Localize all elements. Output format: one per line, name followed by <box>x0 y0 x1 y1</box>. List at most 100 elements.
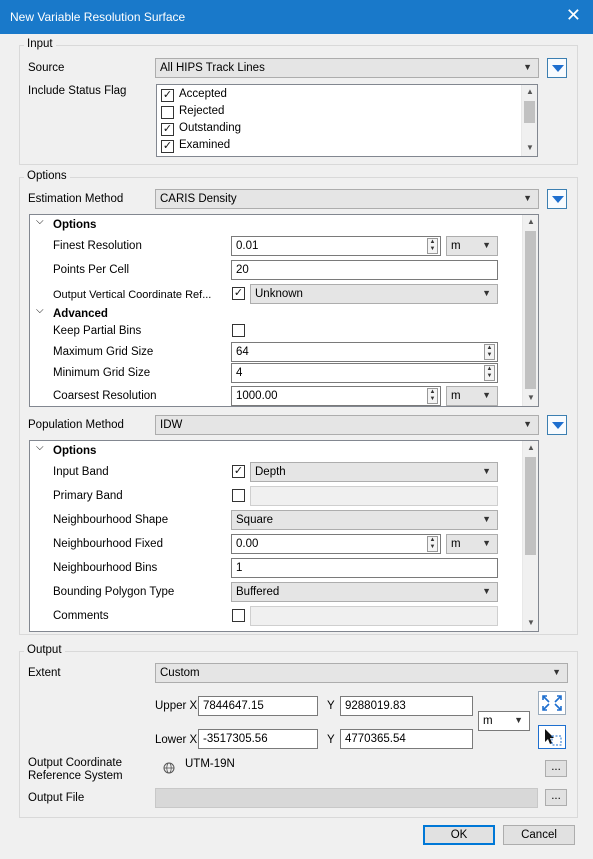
ocrs-browse-button[interactable]: ... <box>545 760 567 777</box>
output-group-label: Output <box>24 644 65 656</box>
scroll-down-icon[interactable]: ▼ <box>526 143 534 152</box>
min-grid-size-input[interactable]: 4 ▲ ▼ <box>231 363 498 383</box>
cancel-button[interactable]: Cancel <box>503 825 575 845</box>
lower-y-label: Y <box>327 734 335 746</box>
primary-band-checkbox[interactable] <box>232 489 245 502</box>
upper-x-input[interactable]: 7844647.15 <box>198 696 318 716</box>
pointer-select-icon <box>545 729 562 746</box>
close-icon[interactable]: ✕ <box>566 6 581 24</box>
comments-field <box>250 606 498 626</box>
chevron-down-icon: ▼ <box>482 390 491 400</box>
output-vertical-crs-checkbox[interactable]: ✓ <box>232 287 245 300</box>
coarsest-resolution-input[interactable]: 1000.00 ▲ ▼ <box>231 386 441 406</box>
collapse-icon[interactable]: ⌵ <box>36 305 44 316</box>
extent-label: Extent <box>28 667 61 679</box>
upper-y-input[interactable]: 9288019.83 <box>340 696 473 716</box>
neighbourhood-bins-label: Neighbourhood Bins <box>53 562 158 574</box>
outstanding-checkbox[interactable]: ✓ <box>161 123 174 136</box>
examined-checkbox[interactable]: ✓ <box>161 140 174 153</box>
extent-unit-value: m <box>483 715 493 727</box>
lower-x-input[interactable]: -3517305.56 <box>198 729 318 749</box>
scroll-thumb[interactable] <box>525 457 536 555</box>
upper-y-value: 9288019.83 <box>345 700 406 712</box>
status-flag-item: Accepted <box>179 88 227 100</box>
extent-unit-combo[interactable]: m ▼ <box>478 711 530 731</box>
points-per-cell-input[interactable]: 20 <box>231 260 498 280</box>
spinner-icon[interactable]: ▲ ▼ <box>427 536 438 552</box>
keep-partial-bins-label: Keep Partial Bins <box>53 325 142 337</box>
neighbourhood-shape-value: Square <box>236 514 274 526</box>
keep-partial-bins-checkbox[interactable] <box>232 324 245 337</box>
status-flag-item: Rejected <box>179 105 225 117</box>
input-band-combo[interactable]: Depth ▼ <box>250 462 498 482</box>
scroll-up-icon[interactable]: ▲ <box>526 87 534 96</box>
status-flag-label: Include Status Flag <box>28 85 127 97</box>
estimation-method-combo[interactable]: CARIS Density ▼ <box>155 189 539 209</box>
population-scrollbar[interactable]: ▲ ▼ <box>522 441 538 631</box>
extent-combo[interactable]: Custom ▼ <box>155 663 568 683</box>
spinner-icon[interactable]: ▲ ▼ <box>484 344 495 360</box>
chevron-down-icon: ▼ <box>482 466 491 476</box>
finest-resolution-input[interactable]: 0.01 ▲ ▼ <box>231 236 441 256</box>
spinner-icon[interactable]: ▲ ▼ <box>484 365 495 381</box>
ocrs-value: UTM-19N <box>185 758 235 770</box>
population-options-button[interactable] <box>547 415 567 435</box>
options-group-label: Options <box>24 170 70 182</box>
population-method-combo[interactable]: IDW ▼ <box>155 415 539 435</box>
scroll-up-icon[interactable]: ▲ <box>527 443 535 452</box>
source-value: All HIPS Track Lines <box>160 62 265 74</box>
bounding-polygon-type-combo[interactable]: Buffered ▼ <box>231 582 498 602</box>
spinner-icon[interactable]: ▲ ▼ <box>427 238 438 254</box>
chevron-down-icon: ▼ <box>482 240 491 250</box>
scroll-thumb[interactable] <box>525 231 536 389</box>
neighbourhood-shape-combo[interactable]: Square ▼ <box>231 510 498 530</box>
scroll-down-icon[interactable]: ▼ <box>527 618 535 627</box>
output-vertical-crs-label: Output Vertical Coordinate Ref... <box>53 289 212 301</box>
ok-button[interactable]: OK <box>423 825 495 845</box>
rejected-checkbox[interactable] <box>161 106 174 119</box>
chevron-down-icon: ▼ <box>523 193 532 203</box>
output-vertical-crs-combo[interactable]: Unknown ▼ <box>250 284 498 304</box>
scroll-thumb[interactable] <box>524 101 535 123</box>
finest-resolution-label: Finest Resolution <box>53 240 142 252</box>
comments-checkbox[interactable] <box>232 609 245 622</box>
chevron-down-icon: ▼ <box>482 586 491 596</box>
collapse-icon[interactable]: ⌵ <box>36 442 44 453</box>
neighbourhood-shape-label: Neighbourhood Shape <box>53 514 169 526</box>
scroll-down-icon[interactable]: ▼ <box>527 393 535 402</box>
status-flag-scrollbar[interactable]: ▲ ▼ <box>521 85 537 156</box>
upper-x-label: Upper X <box>155 700 198 712</box>
finest-unit-combo[interactable]: m ▼ <box>446 236 498 256</box>
output-file-browse-button[interactable]: ... <box>545 789 567 806</box>
primary-band-label: Primary Band <box>53 490 123 502</box>
neighbourhood-fixed-value: 0.00 <box>236 538 259 550</box>
spinner-icon[interactable]: ▲ ▼ <box>427 388 438 404</box>
neighbourhood-fixed-label: Neighbourhood Fixed <box>53 538 163 550</box>
ocrs-label-line2: Reference System <box>28 770 123 782</box>
collapse-icon[interactable]: ⌵ <box>36 216 44 227</box>
points-per-cell-value: 20 <box>236 264 249 276</box>
triangle-down-icon <box>552 65 564 72</box>
title-bar: New Variable Resolution Surface ✕ <box>0 0 593 34</box>
window-title: New Variable Resolution Surface <box>10 10 186 24</box>
lower-y-input[interactable]: 4770365.54 <box>340 729 473 749</box>
expand-icon <box>542 695 562 711</box>
max-grid-size-input[interactable]: 64 ▲ ▼ <box>231 342 498 362</box>
neighbourhood-bins-input[interactable]: 1 <box>231 558 498 578</box>
estimation-options-button[interactable] <box>547 189 567 209</box>
estimation-scrollbar[interactable]: ▲ ▼ <box>522 215 538 406</box>
output-vertical-crs-value: Unknown <box>255 288 303 300</box>
input-band-checkbox[interactable]: ✓ <box>232 465 245 478</box>
coarsest-unit-combo[interactable]: m ▼ <box>446 386 498 406</box>
source-combo[interactable]: All HIPS Track Lines ▼ <box>155 58 539 78</box>
zoom-extent-button[interactable] <box>538 691 566 715</box>
triangle-down-icon <box>552 422 564 429</box>
select-area-button[interactable] <box>538 725 566 749</box>
accepted-checkbox[interactable]: ✓ <box>161 89 174 102</box>
source-options-button[interactable] <box>547 58 567 78</box>
input-band-label: Input Band <box>53 466 109 478</box>
scroll-up-icon[interactable]: ▲ <box>527 217 535 226</box>
comments-label: Comments <box>53 610 109 622</box>
neighbourhood-fixed-input[interactable]: 0.00 ▲ ▼ <box>231 534 441 554</box>
neighbourhood-fixed-unit-combo[interactable]: m ▼ <box>446 534 498 554</box>
